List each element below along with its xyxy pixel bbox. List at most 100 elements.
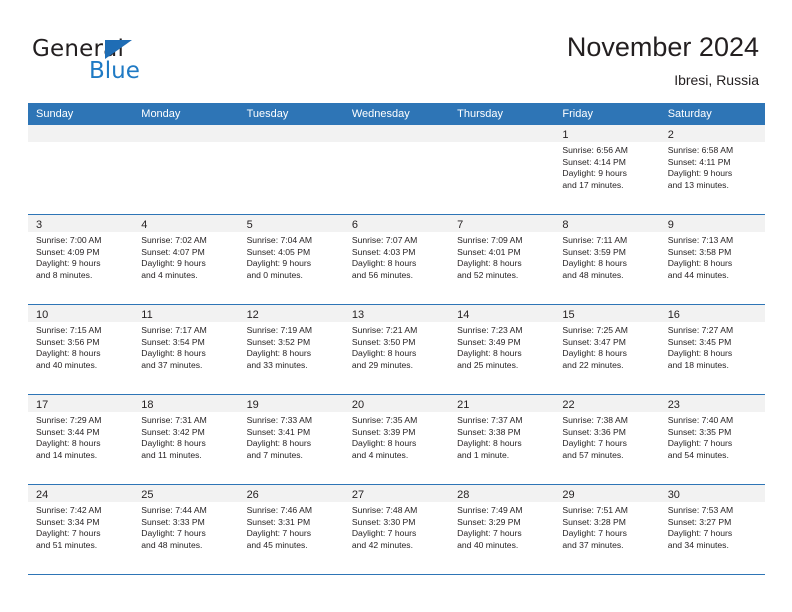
sunset-time: Sunset: 3:58 PM [667, 246, 732, 257]
sunrise-time: Sunrise: 7:49 AM [457, 505, 523, 515]
day-number-strip: 26 [238, 485, 344, 502]
calendar-day-cell[interactable]: 6 Sunrise: 7:07 AM Sunset: 4:03 PM Daylight… [343, 215, 450, 304]
day-number-strip: 13 [343, 305, 450, 322]
sunset-time: Sunset: 3:45 PM [667, 336, 732, 347]
day-number-strip [238, 125, 344, 142]
day-number-strip: 6 [343, 215, 450, 232]
calendar-day-cell[interactable]: 9 Sunrise: 7:13 AM Sunset: 3:58 PM Daylight… [659, 215, 765, 304]
calendar-day-cell[interactable]: 27 Sunrise: 7:48 AM Sunset: 3:30 PM Dayligh… [343, 485, 450, 574]
calendar-day-cell[interactable]: 14 Sunrise: 7:23 AM Sunset: 3:49 PM Dayligh… [449, 305, 555, 394]
calendar-day-cell[interactable]: 5 Sunrise: 7:04 AM Sunset: 4:05 PM Daylight… [238, 215, 344, 304]
daylight-duration-line1: Daylight: 9 hours [141, 258, 206, 269]
weekday-header-wednesday: Wednesday [351, 108, 410, 120]
day-number: 29 [562, 489, 575, 501]
sunset-time: Sunset: 3:39 PM [351, 426, 416, 437]
calendar-day-cell[interactable]: 4 Sunrise: 7:02 AM Sunset: 4:07 PM Daylight… [133, 215, 239, 304]
day-number: 21 [457, 399, 470, 411]
sunset-time: Sunset: 3:47 PM [562, 336, 626, 347]
calendar-day-cell[interactable]: 28 Sunrise: 7:49 AM Sunset: 3:29 PM Dayligh… [449, 485, 555, 574]
title-block: November 2024 Ibresi, Russia [567, 30, 759, 90]
calendar-day-cell-empty [28, 125, 134, 214]
calendar-day-cell[interactable]: 18 Sunrise: 7:31 AM Sunset: 3:42 PM Dayligh… [133, 395, 239, 484]
day-details: Sunrise: 7:35 AM Sunset: 3:39 PM Daylight:… [344, 412, 449, 461]
day-number-strip: 28 [449, 485, 555, 502]
calendar-day-cell[interactable]: 30 Sunrise: 7:53 AM Sunset: 3:27 PM Dayligh… [659, 485, 765, 574]
day-number-strip: 4 [133, 215, 239, 232]
daylight-duration-line1: Daylight: 8 hours [457, 438, 522, 449]
day-details: Sunrise: 7:40 AM Sunset: 3:35 PM Daylight:… [660, 412, 765, 461]
sunrise-time: Sunrise: 7:13 AM [667, 235, 734, 245]
daylight-duration-line1: Daylight: 7 hours [667, 438, 733, 449]
general-blue-logo[interactable]: General Blue [32, 36, 192, 88]
calendar-day-cell[interactable]: 22 Sunrise: 7:38 AM Sunset: 3:36 PM Dayligh… [554, 395, 660, 484]
calendar-day-cell[interactable]: 2 Sunrise: 6:58 AM Sunset: 4:11 PM Daylight… [659, 125, 765, 214]
daylight-duration-line1: Daylight: 8 hours [141, 348, 206, 359]
sunset-time: Sunset: 3:59 PM [562, 246, 626, 257]
calendar-day-cell[interactable]: 3 Sunrise: 7:00 AM Sunset: 4:09 PM Daylight… [28, 215, 134, 304]
calendar-day-cell[interactable]: 29 Sunrise: 7:51 AM Sunset: 3:28 PM Dayligh… [554, 485, 660, 574]
day-number: 6 [351, 219, 358, 231]
calendar-day-cell[interactable]: 20 Sunrise: 7:35 AM Sunset: 3:39 PM Dayligh… [343, 395, 450, 484]
day-number-strip: 30 [659, 485, 765, 502]
day-number-strip: 21 [449, 395, 555, 412]
calendar-day-cell[interactable]: 17 Sunrise: 7:29 AM Sunset: 3:44 PM Dayligh… [28, 395, 134, 484]
day-number-strip: 3 [28, 215, 134, 232]
calendar-day-cell[interactable]: 19 Sunrise: 7:33 AM Sunset: 3:41 PM Dayligh… [238, 395, 344, 484]
day-details: Sunrise: 7:42 AM Sunset: 3:34 PM Daylight:… [28, 502, 133, 551]
calendar-day-cell[interactable]: 11 Sunrise: 7:17 AM Sunset: 3:54 PM Dayligh… [133, 305, 239, 394]
day-details: Sunrise: 7:07 AM Sunset: 4:03 PM Daylight:… [344, 232, 449, 281]
day-number-strip: 17 [28, 395, 134, 412]
daylight-duration-line1: Daylight: 7 hours [246, 528, 312, 539]
daylight-duration-line2: and 52 minutes. [457, 269, 519, 280]
day-number: 5 [246, 219, 253, 231]
calendar-day-cell[interactable]: 10 Sunrise: 7:15 AM Sunset: 3:56 PM Dayligh… [28, 305, 134, 394]
day-number: 28 [457, 489, 470, 501]
calendar-day-cell[interactable]: 16 Sunrise: 7:27 AM Sunset: 3:45 PM Dayligh… [659, 305, 765, 394]
calendar-day-cell[interactable]: 26 Sunrise: 7:46 AM Sunset: 3:31 PM Dayligh… [238, 485, 344, 574]
day-details: Sunrise: 7:46 AM Sunset: 3:31 PM Daylight:… [239, 502, 344, 551]
sunrise-time: Sunrise: 7:42 AM [36, 505, 102, 515]
calendar-day-cell[interactable]: 25 Sunrise: 7:44 AM Sunset: 3:33 PM Dayligh… [133, 485, 239, 574]
daylight-duration-line2: and 44 minutes. [667, 269, 729, 280]
weekday-header-tuesday: Tuesday [246, 108, 289, 120]
calendar-day-cell[interactable]: 8 Sunrise: 7:11 AM Sunset: 3:59 PM Daylight… [554, 215, 660, 304]
calendar-day-cell[interactable]: 23 Sunrise: 7:40 AM Sunset: 3:35 PM Dayligh… [659, 395, 765, 484]
calendar-grid: Sunday Monday Tuesday Wednesday Thursday… [28, 103, 765, 575]
day-number-strip: 19 [238, 395, 344, 412]
calendar-day-cell[interactable]: 1 Sunrise: 6:56 AM Sunset: 4:14 PM Daylight… [554, 125, 660, 214]
day-number: 2 [667, 129, 674, 141]
daylight-duration-line2: and 17 minutes. [562, 179, 624, 190]
calendar-day-cell-empty [133, 125, 239, 214]
daylight-duration-line2: and 11 minutes. [141, 449, 202, 460]
sunrise-time: Sunrise: 7:37 AM [457, 415, 523, 425]
calendar-day-cell[interactable]: 13 Sunrise: 7:21 AM Sunset: 3:50 PM Dayligh… [343, 305, 450, 394]
day-number: 10 [36, 309, 49, 321]
sunset-time: Sunset: 3:50 PM [351, 336, 416, 347]
day-details: Sunrise: 7:19 AM Sunset: 3:52 PM Daylight:… [239, 322, 344, 371]
calendar-day-cell[interactable]: 24 Sunrise: 7:42 AM Sunset: 3:34 PM Dayligh… [28, 485, 134, 574]
day-details: Sunrise: 7:49 AM Sunset: 3:29 PM Daylight:… [449, 502, 554, 551]
daylight-duration-line2: and 51 minutes. [36, 539, 98, 550]
day-details: Sunrise: 7:44 AM Sunset: 3:33 PM Daylight:… [133, 502, 238, 551]
daylight-duration-line1: Daylight: 7 hours [36, 528, 101, 539]
day-number: 20 [351, 399, 365, 411]
day-number: 8 [562, 219, 569, 231]
logo-text-blue: Blue [89, 58, 140, 84]
sunset-time: Sunset: 3:29 PM [457, 516, 521, 527]
calendar-day-cell[interactable]: 21 Sunrise: 7:37 AM Sunset: 3:38 PM Dayligh… [449, 395, 555, 484]
sunrise-time: Sunrise: 7:44 AM [141, 505, 207, 515]
day-number: 13 [351, 309, 365, 321]
sunrise-time: Sunrise: 7:40 AM [667, 415, 734, 425]
calendar-day-cell[interactable]: 7 Sunrise: 7:09 AM Sunset: 4:01 PM Daylight… [449, 215, 555, 304]
daylight-duration-line1: Daylight: 7 hours [141, 528, 206, 539]
day-details: Sunrise: 7:09 AM Sunset: 4:01 PM Daylight:… [449, 232, 554, 281]
daylight-duration-line2: and 4 minutes. [141, 269, 198, 280]
weekday-header-saturday: Saturday [667, 108, 712, 120]
calendar-day-cell[interactable]: 15 Sunrise: 7:25 AM Sunset: 3:47 PM Dayligh… [554, 305, 660, 394]
daylight-duration-line2: and 25 minutes. [457, 359, 519, 370]
daylight-duration-line1: Daylight: 7 hours [351, 528, 417, 539]
calendar-week-row: 10 Sunrise: 7:15 AM Sunset: 3:56 PM Dayligh… [28, 304, 765, 394]
calendar-day-cell[interactable]: 12 Sunrise: 7:19 AM Sunset: 3:52 PM Dayligh… [238, 305, 344, 394]
day-number-strip: 25 [133, 485, 239, 502]
calendar-week-row: 3 Sunrise: 7:00 AM Sunset: 4:09 PM Daylight… [28, 214, 765, 304]
